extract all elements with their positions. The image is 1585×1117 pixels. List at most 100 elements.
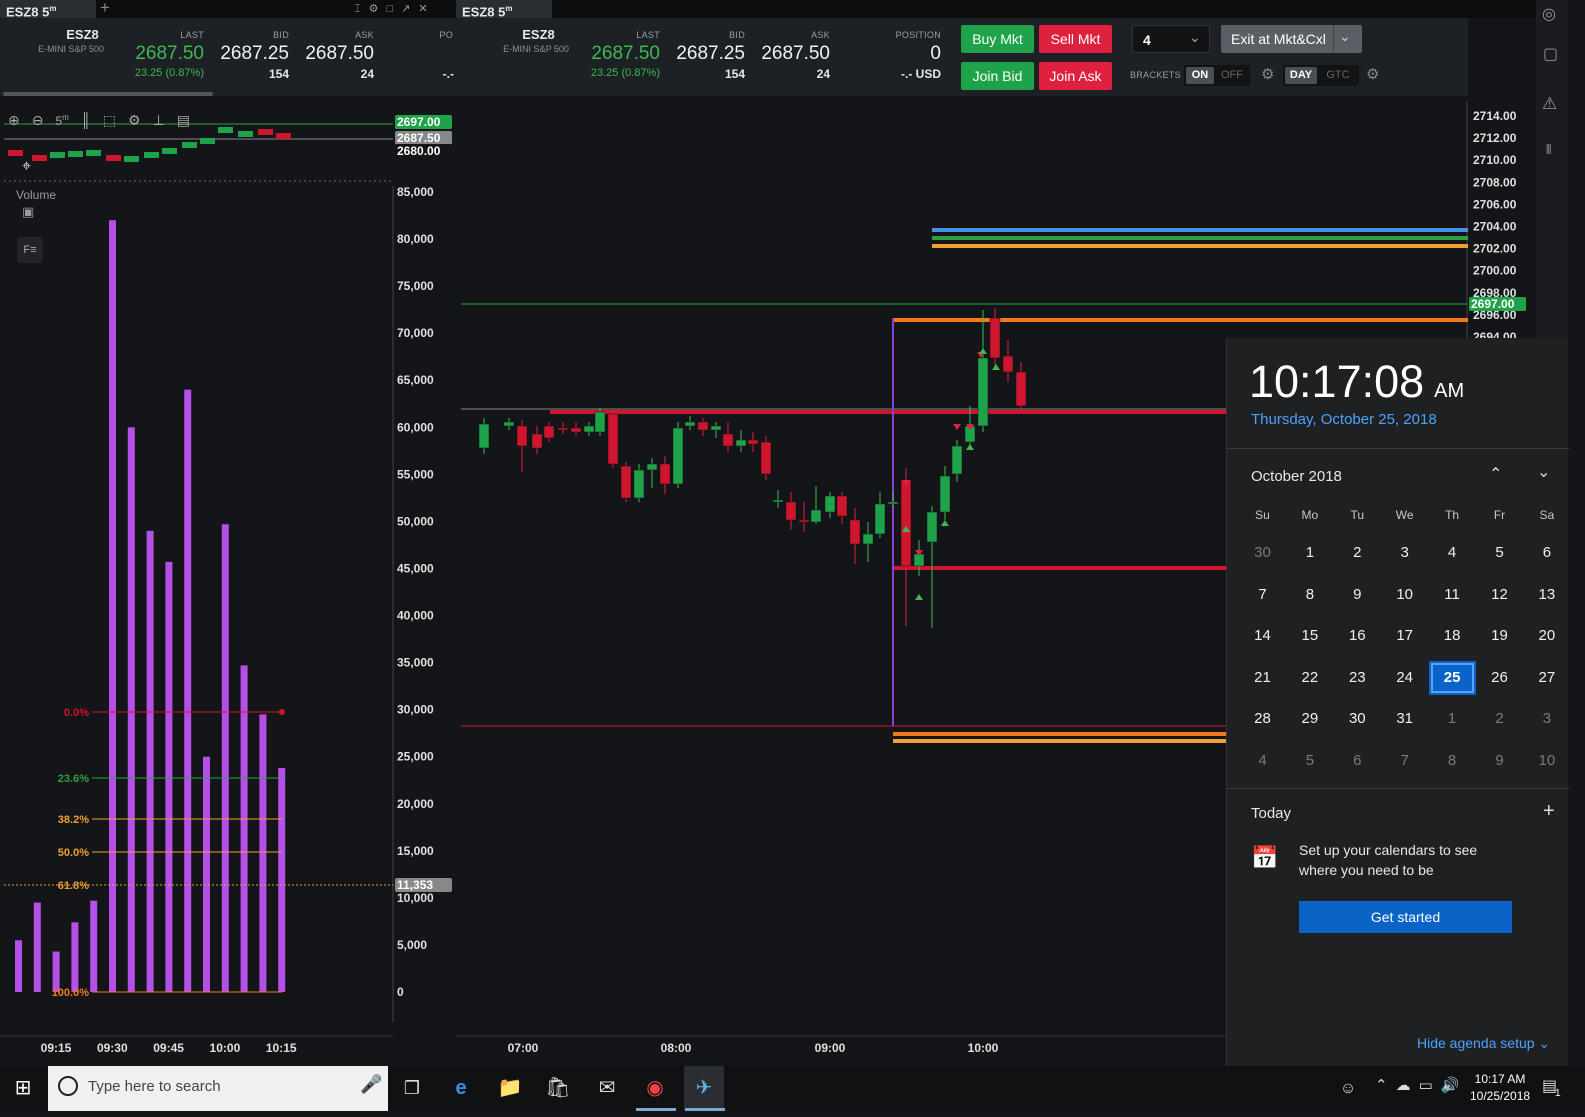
search-input[interactable]: Type here to search bbox=[88, 1078, 221, 1095]
zoom-out-icon[interactable]: ⊖ bbox=[32, 112, 56, 128]
windows-start-icon[interactable]: ⊞ bbox=[3, 1066, 43, 1111]
people-icon[interactable]: ☺ bbox=[1328, 1066, 1368, 1111]
calendar-day[interactable]: 9 bbox=[1476, 744, 1523, 778]
candle-icon[interactable]: ║ bbox=[81, 112, 103, 128]
brackets-off[interactable]: OFF bbox=[1218, 67, 1246, 84]
chevron-up-icon[interactable]: ⌃ bbox=[1375, 1077, 1396, 1094]
join-ask-button[interactable]: Join Ask bbox=[1039, 62, 1112, 90]
calendar-day[interactable]: 5 bbox=[1476, 536, 1523, 570]
calendar-day[interactable]: 21 bbox=[1239, 661, 1286, 695]
calendar-day[interactable]: 5 bbox=[1286, 744, 1333, 778]
brackets-toggle[interactable]: ON OFF bbox=[1184, 65, 1250, 86]
tif-gtc[interactable]: GTC bbox=[1321, 67, 1355, 84]
chevron-down-icon[interactable]: ⌄ bbox=[1189, 29, 1201, 46]
calendar-day[interactable]: 4 bbox=[1429, 536, 1476, 570]
study-settings-icon[interactable]: ▣ bbox=[22, 204, 34, 220]
select-icon[interactable]: ⬚ bbox=[103, 112, 128, 128]
calendar-day[interactable]: 8 bbox=[1429, 744, 1476, 778]
calendar-day[interactable]: 10 bbox=[1523, 744, 1570, 778]
popout-icon[interactable]: ↗ bbox=[401, 3, 418, 15]
indicator-icon[interactable]: ▤ bbox=[177, 112, 202, 128]
globe-icon[interactable]: ◎ bbox=[1542, 4, 1556, 24]
join-bid-button[interactable]: Join Bid bbox=[961, 62, 1034, 90]
calendar-day[interactable]: 28 bbox=[1239, 702, 1286, 736]
brackets-gear-icon[interactable]: ⚙ bbox=[1261, 65, 1274, 83]
sell-market-button[interactable]: Sell Mkt bbox=[1039, 25, 1112, 53]
calendar-day[interactable]: 2 bbox=[1334, 536, 1381, 570]
microphone-icon[interactable]: 🎤 bbox=[360, 1074, 382, 1095]
calendar-day[interactable]: 30 bbox=[1334, 702, 1381, 736]
add-tab-button[interactable]: + bbox=[100, 0, 110, 18]
add-event-icon[interactable]: + bbox=[1543, 800, 1555, 823]
calendar-day[interactable]: 26 bbox=[1476, 661, 1523, 695]
calendar-day[interactable]: 30 bbox=[1239, 536, 1286, 570]
exit-split-button[interactable]: Exit at Mkt&Cxl ⌄ bbox=[1221, 25, 1362, 53]
calendar-day[interactable]: 31 bbox=[1381, 702, 1428, 736]
calendar-day[interactable]: 12 bbox=[1476, 578, 1523, 612]
calendar-day[interactable]: 7 bbox=[1239, 578, 1286, 612]
calendar-day[interactable]: 22 bbox=[1286, 661, 1333, 695]
pin-icon[interactable]: ⌶ bbox=[354, 3, 369, 15]
quantity-select[interactable]: 4 ⌄ bbox=[1132, 25, 1210, 53]
crosshair-icon[interactable]: ⌖ bbox=[22, 158, 31, 176]
calendar-day[interactable]: 6 bbox=[1523, 536, 1570, 570]
zoom-in-icon[interactable]: ⊕ bbox=[8, 112, 32, 128]
calendar-day[interactable]: 20 bbox=[1523, 619, 1570, 653]
fib-tool-icon[interactable]: F≡ bbox=[17, 237, 43, 263]
tif-day[interactable]: DAY bbox=[1285, 67, 1317, 84]
volume-icon[interactable]: 🔊 bbox=[1441, 1077, 1468, 1094]
edge-icon[interactable]: e bbox=[441, 1066, 481, 1111]
exit-button-label[interactable]: Exit at Mkt&Cxl bbox=[1231, 31, 1326, 47]
calendar-day[interactable]: 1 bbox=[1286, 536, 1333, 570]
trading-app-icon[interactable]: ✈ bbox=[684, 1066, 724, 1111]
network-icon[interactable]: ▭ bbox=[1419, 1077, 1441, 1094]
calendar-day[interactable]: 1 bbox=[1429, 702, 1476, 736]
calendar-day[interactable]: 10 bbox=[1381, 578, 1428, 612]
dom-icon[interactable]: ⫴ bbox=[1546, 142, 1551, 158]
alert-icon[interactable]: ⚠ bbox=[1542, 94, 1557, 114]
calendar-day[interactable]: 23 bbox=[1334, 661, 1381, 695]
calendar-day[interactable]: 11 bbox=[1429, 578, 1476, 612]
chrome-icon[interactable]: ◉ bbox=[635, 1066, 675, 1111]
calendar-date-link[interactable]: Thursday, October 25, 2018 bbox=[1251, 411, 1437, 428]
calendar-day[interactable]: 25 bbox=[1428, 660, 1476, 695]
chevron-down-icon[interactable]: ⌄ bbox=[1537, 462, 1550, 482]
calendar-day[interactable]: 17 bbox=[1381, 619, 1428, 653]
tab-main-chart[interactable]: ESZ8 5m bbox=[456, 0, 552, 19]
calendar-day[interactable]: 13 bbox=[1523, 578, 1570, 612]
calendar-day[interactable]: 15 bbox=[1286, 619, 1333, 653]
draw-icon[interactable]: ⊥ bbox=[153, 112, 177, 128]
window-icon[interactable]: □ bbox=[386, 3, 401, 15]
calendar-day[interactable]: 4 bbox=[1239, 744, 1286, 778]
chat-icon[interactable]: ▢ bbox=[1543, 44, 1558, 64]
onedrive-icon[interactable]: ☁ bbox=[1396, 1077, 1419, 1094]
calendar-day[interactable]: 24 bbox=[1381, 661, 1428, 695]
tif-toggle[interactable]: DAY GTC bbox=[1283, 65, 1359, 86]
calendar-day[interactable]: 18 bbox=[1429, 619, 1476, 653]
buy-market-button[interactable]: Buy Mkt bbox=[961, 25, 1034, 53]
gear-icon[interactable]: ⚙ bbox=[369, 3, 387, 15]
calendar-day[interactable]: 27 bbox=[1523, 661, 1570, 695]
calendar-day[interactable]: 6 bbox=[1334, 744, 1381, 778]
store-icon[interactable]: 🛍 bbox=[538, 1066, 578, 1111]
taskbar-search[interactable]: Type here to search 🎤 bbox=[48, 1066, 388, 1111]
interval-button[interactable]: 5m bbox=[55, 113, 68, 128]
taskbar-clock[interactable]: 10:17 AM 10/25/2018 bbox=[1470, 1071, 1530, 1105]
tif-gear-icon[interactable]: ⚙ bbox=[1366, 65, 1379, 83]
calendar-day[interactable]: 9 bbox=[1334, 578, 1381, 612]
symbol[interactable]: ESZ8 bbox=[30, 27, 135, 42]
chevron-up-icon[interactable]: ⌃ bbox=[1489, 464, 1502, 484]
mail-icon[interactable]: ✉ bbox=[587, 1066, 627, 1111]
calendar-day[interactable]: 7 bbox=[1381, 744, 1428, 778]
tab-left-chart[interactable]: ESZ8 5m bbox=[0, 0, 96, 19]
chevron-down-icon[interactable]: ⌄ bbox=[1339, 28, 1351, 45]
calendar-day[interactable]: 3 bbox=[1523, 702, 1570, 736]
calendar-day[interactable]: 8 bbox=[1286, 578, 1333, 612]
calendar-day[interactable]: 14 bbox=[1239, 619, 1286, 653]
file-explorer-icon[interactable]: 📁 bbox=[490, 1066, 530, 1111]
calendar-month[interactable]: October 2018 bbox=[1251, 468, 1342, 485]
calendar-day[interactable]: 29 bbox=[1286, 702, 1333, 736]
brackets-on[interactable]: ON bbox=[1186, 67, 1214, 84]
task-view-icon[interactable]: ❐ bbox=[392, 1066, 432, 1111]
calendar-day[interactable]: 19 bbox=[1476, 619, 1523, 653]
